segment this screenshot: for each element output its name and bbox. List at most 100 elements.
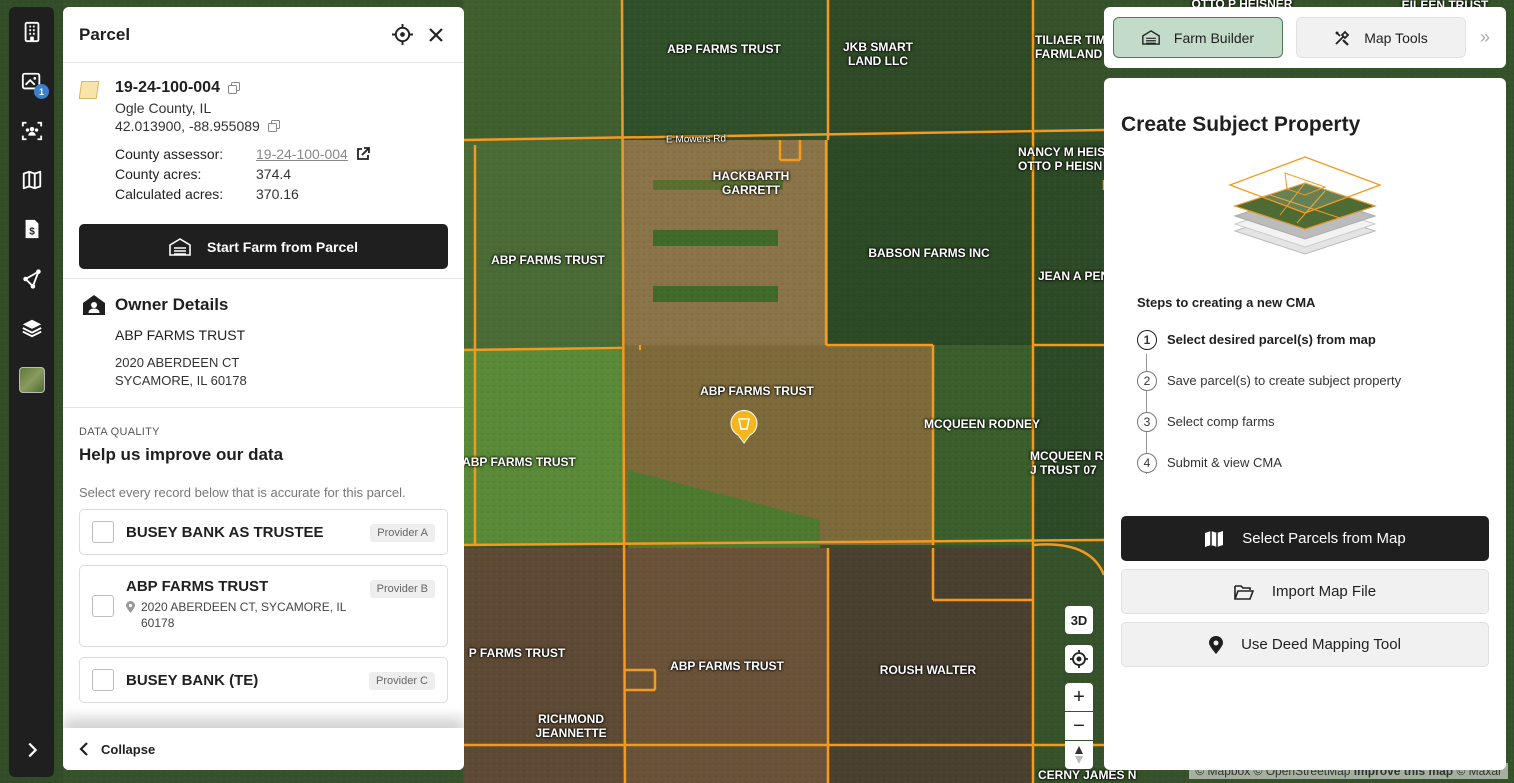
pin-icon [126, 600, 135, 613]
provider-badge: Provider B [369, 580, 435, 598]
folder-open-icon [1234, 584, 1254, 600]
map-pin-icon [1209, 635, 1224, 654]
map-label: P FARMS TRUST [468, 646, 566, 660]
map-icon [22, 170, 42, 190]
record-checkbox[interactable] [92, 521, 114, 543]
svg-text:$: $ [29, 227, 35, 238]
map-tools-tab[interactable]: Map Tools [1296, 17, 1466, 58]
parcel-panel: Parcel 19-24-100-004 Ogle County, IL 42.… [63, 7, 464, 770]
zoom-in-button[interactable]: + [1065, 683, 1093, 711]
collapse-button[interactable]: Collapse [63, 728, 464, 770]
import-map-label: Import Map File [1271, 583, 1377, 600]
county-acres-row: County acres: 374.4 [115, 164, 448, 184]
assessor-label: County assessor: [115, 146, 224, 162]
owner-address-line2: SYCAMORE, IL 60178 [115, 373, 247, 388]
farm-builder-label: Farm Builder [1173, 29, 1255, 46]
cma-panel: Create Subject Property Steps to creatin… [1104, 78, 1506, 770]
map-tools-label: Map Tools [1364, 29, 1428, 46]
copy-icon[interactable] [267, 120, 280, 132]
home-user-icon [83, 295, 105, 315]
parcel-marker-icon[interactable] [729, 410, 759, 444]
start-farm-label: Start Farm from Parcel [207, 238, 358, 255]
step-item: 2 Save parcel(s) to create subject prope… [1137, 360, 1489, 401]
farm-builder-tab[interactable]: Farm Builder [1113, 17, 1283, 58]
compass-button[interactable] [1065, 741, 1093, 769]
map-label: MCQUEEN RODNEY [923, 417, 1041, 431]
step-item: 3 Select comp farms [1137, 401, 1489, 442]
parcel-id: 19-24-100-004 [115, 79, 220, 96]
record-name: ABP FARMS TRUST [126, 577, 269, 595]
select-parcels-label: Select Parcels from Map [1242, 530, 1406, 547]
select-parcels-button[interactable]: Select Parcels from Map [1121, 516, 1489, 561]
layers-icon [22, 319, 42, 338]
record-checkbox[interactable] [92, 595, 114, 617]
parcel-details: County assessor: 19-24-100-004 County ac… [115, 144, 448, 204]
rail-maps-button[interactable] [17, 165, 47, 195]
rail-routes-button[interactable] [17, 264, 47, 294]
step-number: 2 [1137, 370, 1157, 391]
compass-icon [1075, 746, 1083, 764]
steps-title: Steps to creating a new CMA [1137, 295, 1316, 310]
record-address-text: 2020 ABERDEEN CT, SYCAMORE, IL 60178 [141, 599, 346, 630]
map-label: ABP FARMS TRUST [700, 384, 814, 398]
owner-record[interactable]: ABP FARMS TRUST 2020 ABERDEEN CT, SYCAMO… [79, 565, 448, 647]
map-icon [1205, 530, 1224, 547]
assessor-value-wrap: 19-24-100-004 [256, 146, 370, 162]
zoom-out-button[interactable]: − [1065, 712, 1093, 740]
assessor-link[interactable]: 19-24-100-004 [256, 146, 348, 162]
step-item: 4 Submit & view CMA [1137, 442, 1489, 483]
rail-expand-button[interactable] [17, 735, 47, 765]
barn-icon [169, 237, 191, 256]
data-quality-kicker: DATA QUALITY [79, 426, 160, 438]
map-label: JKB SMART LAND LLC [842, 40, 914, 68]
map-label: BABSON FARMS INC [868, 246, 990, 260]
step-number: 1 [1137, 329, 1157, 350]
3d-toggle-button[interactable]: 3D [1065, 606, 1093, 634]
expand-toolbar-button[interactable]: » [1480, 27, 1490, 48]
road-label: E Mowers Rd [665, 133, 727, 146]
map-label: ABP FARMS TRUST [670, 659, 784, 673]
people-icon [21, 121, 43, 141]
import-map-file-button[interactable]: Import Map File [1121, 569, 1489, 614]
copy-icon[interactable] [227, 82, 240, 94]
map-label: TILIAER TIME FARMLAND [1035, 33, 1114, 61]
calc-acres-row: Calculated acres: 370.16 [115, 184, 448, 204]
owner-details: Owner Details ABP FARMS TRUST 2020 ABERD… [63, 279, 464, 407]
rail-properties-button[interactable] [17, 17, 47, 47]
rail-parcel-button[interactable]: 1 [17, 67, 49, 99]
notification-badge: 1 [34, 84, 49, 99]
parcel-coords-row: 42.013900, -88.955089 [115, 118, 448, 134]
parcel-id-row: 19-24-100-004 [115, 79, 448, 97]
collapse-label: Collapse [101, 741, 156, 757]
county-text: Ogle County, IL [115, 100, 212, 116]
locate-parcel-button[interactable] [390, 23, 414, 47]
external-link-icon[interactable] [356, 147, 370, 161]
record-address: 2020 ABERDEEN CT, SYCAMORE, IL 60178 [126, 599, 366, 631]
rail-people-button[interactable] [17, 116, 47, 146]
owner-record[interactable]: BUSEY BANK (TE) Provider C [79, 657, 448, 703]
zoom-in-label: + [1073, 685, 1085, 708]
basemap-thumbnail [19, 367, 45, 393]
owner-record[interactable]: BUSEY BANK AS TRUSTEE Provider A [79, 509, 448, 555]
crosshair-icon [1070, 650, 1088, 668]
step-number: 3 [1137, 411, 1157, 432]
provider-badge: Provider C [369, 672, 435, 690]
data-quality-section: DATA QUALITY Help us improve our data Se… [63, 408, 464, 703]
chevron-right-icon [28, 742, 38, 758]
record-checkbox[interactable] [92, 669, 114, 691]
assessor-row: County assessor: 19-24-100-004 [115, 144, 448, 164]
step-label: Submit & view CMA [1167, 455, 1282, 470]
deed-tool-label: Use Deed Mapping Tool [1241, 636, 1401, 653]
close-button[interactable] [424, 23, 448, 47]
panel-title: Parcel [79, 24, 131, 44]
step-number: 4 [1137, 452, 1157, 473]
owner-name: ABP FARMS TRUST [115, 327, 246, 343]
rail-valuation-button[interactable]: $ [17, 214, 47, 244]
step-label: Select comp farms [1167, 414, 1275, 429]
deed-mapping-tool-button[interactable]: Use Deed Mapping Tool [1121, 622, 1489, 667]
rail-layers-button[interactable] [17, 313, 47, 343]
map-label: ROUSH WALTER [879, 663, 977, 677]
start-farm-button[interactable]: Start Farm from Parcel [79, 224, 448, 269]
rail-basemap-button[interactable] [17, 365, 47, 395]
geolocate-button[interactable] [1065, 645, 1093, 673]
